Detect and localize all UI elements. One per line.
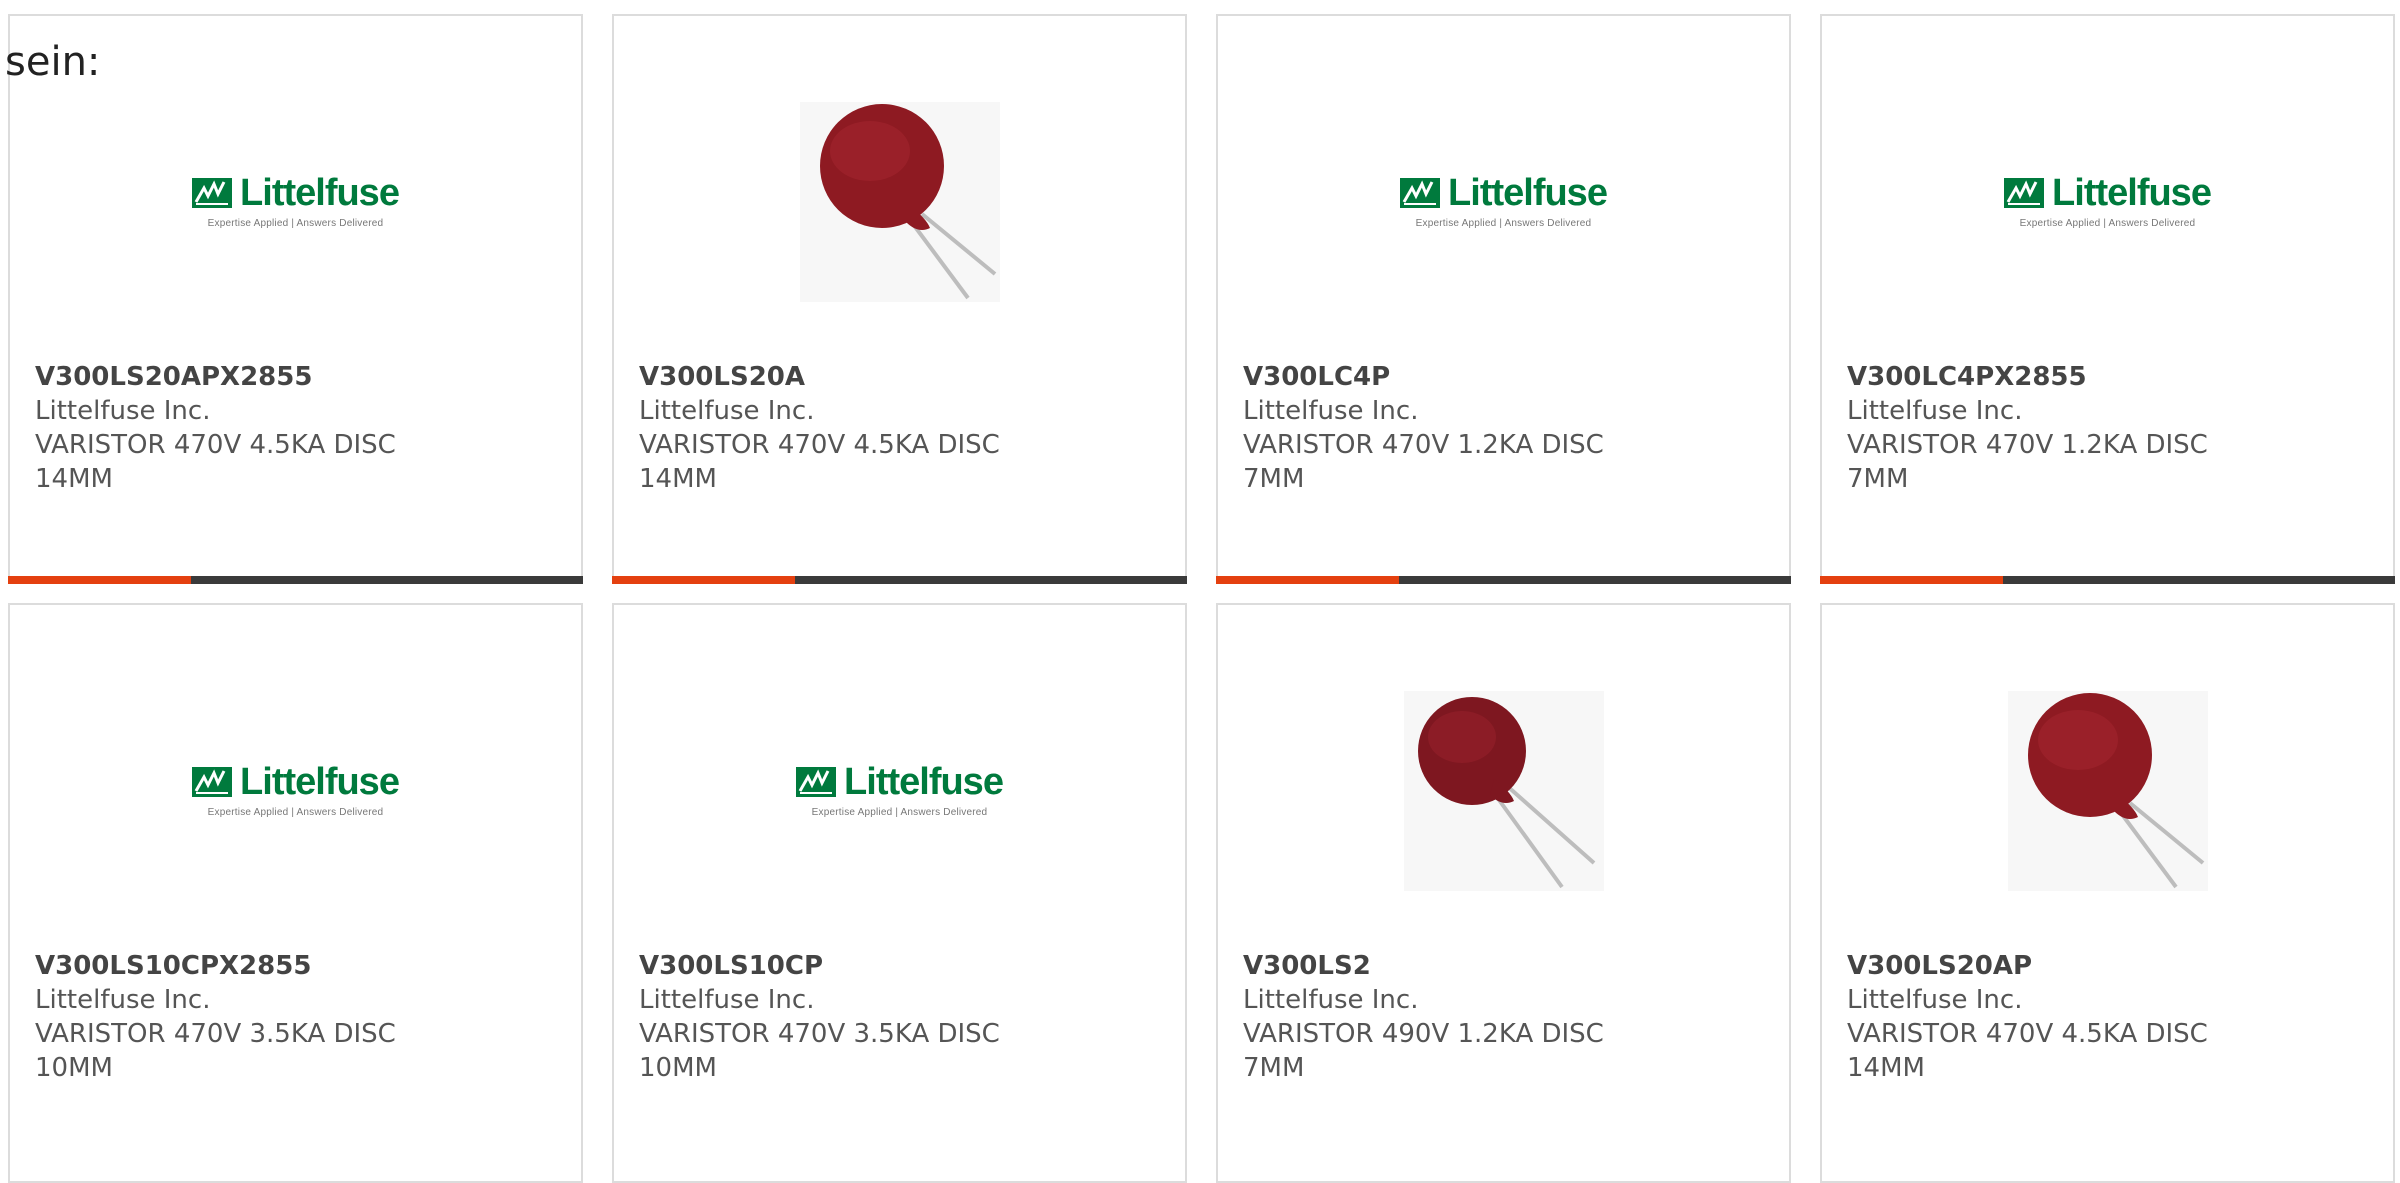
product-card[interactable]: V300LS20AP Littelfuse Inc. VARISTOR 470V…: [1820, 603, 2395, 1183]
product-card[interactable]: Littelfuse Expertise Applied | Answers D…: [612, 603, 1187, 1183]
logo-wordmark: Littelfuse: [2052, 171, 2212, 214]
card-bottom-bar: [1820, 576, 2395, 584]
description: VARISTOR 470V 1.2KA DISC 7MM: [1243, 430, 1604, 494]
accent-bar: [8, 576, 191, 584]
manufacturer: Littelfuse Inc.: [639, 985, 815, 1015]
littelfuse-logo: Littelfuse Expertise Applied | Answers D…: [1400, 171, 1608, 229]
description: VARISTOR 470V 4.5KA DISC 14MM: [1847, 1019, 2208, 1083]
part-number[interactable]: V300LS20APX2855: [35, 360, 415, 394]
littelfuse-logo: Littelfuse Expertise Applied | Answers D…: [192, 171, 400, 229]
littelfuse-mark-icon: [192, 766, 233, 797]
varistor-disc-image: [799, 102, 1000, 302]
product-image[interactable]: Littelfuse Expertise Applied | Answers D…: [1822, 76, 2393, 326]
littelfuse-logo: Littelfuse Expertise Applied | Answers D…: [2004, 171, 2212, 229]
section-label: sein:: [5, 39, 101, 85]
logo-wordmark: Littelfuse: [240, 760, 400, 803]
product-card[interactable]: V300LS20A Littelfuse Inc. VARISTOR 470V …: [612, 14, 1187, 584]
product-image[interactable]: Littelfuse Expertise Applied | Answers D…: [10, 76, 581, 326]
part-number[interactable]: V300LS2: [1243, 949, 1623, 983]
accent-bar: [612, 576, 795, 584]
description: VARISTOR 470V 4.5KA DISC 14MM: [639, 430, 1000, 494]
part-number[interactable]: V300LS10CPX2855: [35, 949, 415, 983]
product-card[interactable]: Littelfuse Expertise Applied | Answers D…: [1820, 14, 2395, 584]
description: VARISTOR 490V 1.2KA DISC 7MM: [1243, 1019, 1604, 1083]
part-number[interactable]: V300LS10CP: [639, 949, 1019, 983]
description: VARISTOR 470V 1.2KA DISC 7MM: [1847, 430, 2208, 494]
product-card[interactable]: V300LS2 Littelfuse Inc. VARISTOR 490V 1.…: [1216, 603, 1791, 1183]
logo-tagline: Expertise Applied | Answers Delivered: [207, 806, 384, 818]
manufacturer: Littelfuse Inc.: [639, 396, 815, 426]
accent-bar: [1216, 576, 1399, 584]
product-card[interactable]: Littelfuse Expertise Applied | Answers D…: [8, 603, 583, 1183]
littelfuse-logo: Littelfuse Expertise Applied | Answers D…: [192, 760, 400, 818]
card-bottom-bar: [1216, 576, 1791, 584]
manufacturer: Littelfuse Inc.: [1847, 396, 2023, 426]
manufacturer: Littelfuse Inc.: [1243, 985, 1419, 1015]
manufacturer: Littelfuse Inc.: [35, 985, 211, 1015]
part-number[interactable]: V300LS20AP: [1847, 949, 2227, 983]
logo-wordmark: Littelfuse: [240, 171, 400, 214]
littelfuse-mark-icon: [1400, 177, 1441, 208]
logo-tagline: Expertise Applied | Answers Delivered: [207, 217, 384, 229]
part-number[interactable]: V300LC4PX2855: [1847, 360, 2227, 394]
manufacturer: Littelfuse Inc.: [35, 396, 211, 426]
littelfuse-mark-icon: [796, 766, 837, 797]
varistor-disc-image: [2007, 691, 2208, 891]
product-image[interactable]: [614, 76, 1185, 326]
manufacturer: Littelfuse Inc.: [1243, 396, 1419, 426]
description: VARISTOR 470V 3.5KA DISC 10MM: [639, 1019, 1000, 1083]
product-card[interactable]: Littelfuse Expertise Applied | Answers D…: [1216, 14, 1791, 584]
product-card[interactable]: Littelfuse Expertise Applied | Answers D…: [8, 14, 583, 584]
logo-wordmark: Littelfuse: [1448, 171, 1608, 214]
accent-bar: [1820, 576, 2003, 584]
product-image[interactable]: [1822, 665, 2393, 915]
littelfuse-mark-icon: [2004, 177, 2045, 208]
product-image[interactable]: Littelfuse Expertise Applied | Answers D…: [614, 665, 1185, 915]
card-bottom-bar: [8, 576, 583, 584]
logo-tagline: Expertise Applied | Answers Delivered: [2019, 217, 2196, 229]
logo-tagline: Expertise Applied | Answers Delivered: [1415, 217, 1592, 229]
littelfuse-logo: Littelfuse Expertise Applied | Answers D…: [796, 760, 1004, 818]
card-bottom-bar: [612, 576, 1187, 584]
manufacturer: Littelfuse Inc.: [1847, 985, 2023, 1015]
logo-tagline: Expertise Applied | Answers Delivered: [811, 806, 988, 818]
product-image[interactable]: Littelfuse Expertise Applied | Answers D…: [1218, 76, 1789, 326]
description: VARISTOR 470V 4.5KA DISC 14MM: [35, 430, 396, 494]
part-number[interactable]: V300LS20A: [639, 360, 1019, 394]
logo-wordmark: Littelfuse: [844, 760, 1004, 803]
product-image[interactable]: [1218, 665, 1789, 915]
part-number[interactable]: V300LC4P: [1243, 360, 1623, 394]
littelfuse-mark-icon: [192, 177, 233, 208]
description: VARISTOR 470V 3.5KA DISC 10MM: [35, 1019, 396, 1083]
product-image[interactable]: Littelfuse Expertise Applied | Answers D…: [10, 665, 581, 915]
varistor-disc-image: [1403, 691, 1604, 891]
